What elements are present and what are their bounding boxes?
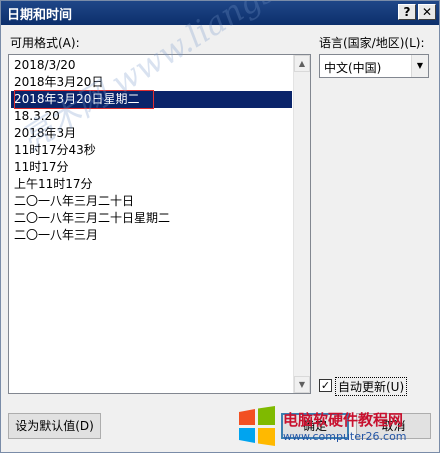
set-default-button[interactable]: 设为默认值(D) (8, 413, 101, 439)
formats-listbox[interactable]: 2018/3/20 2018年3月20日 2018年3月20日星期二 18.3.… (8, 54, 311, 394)
language-select-value: 中文(中国) (324, 61, 382, 75)
list-item[interactable]: 11时17分43秒 (11, 142, 292, 159)
list-item[interactable]: 2018年3月 (11, 125, 292, 142)
list-item[interactable]: 2018年3月20日 (11, 74, 292, 91)
close-button[interactable]: ✕ (418, 4, 436, 20)
formats-label: 可用格式(A): (10, 36, 80, 50)
formats-scrollbar[interactable]: ▲ ▼ (293, 55, 310, 393)
site-logo-title: 电脑软硬件教程网 (283, 411, 404, 429)
list-item[interactable]: 二〇一八年三月二十日 (11, 193, 292, 210)
site-logo-url: www.computer26.com (283, 430, 407, 443)
window-title: 日期和时间 (7, 8, 73, 23)
scroll-down-icon[interactable]: ▼ (294, 376, 310, 393)
windows-logo-icon (239, 406, 275, 446)
date-time-dialog: 日期和时间 ? ✕ 可用格式(A): 2018/3/20 2018年3月20日 … (0, 0, 440, 453)
title-bar[interactable]: 日期和时间 ? ✕ (1, 1, 439, 25)
list-item[interactable]: 二〇一八年三月二十日星期二 (11, 210, 292, 227)
chevron-down-icon[interactable]: ▼ (411, 55, 428, 77)
list-item-selected[interactable]: 2018年3月20日星期二 (11, 91, 292, 108)
auto-update-label[interactable]: 自动更新(U) (335, 377, 408, 396)
list-item[interactable]: 2018/3/20 (11, 57, 292, 74)
help-button[interactable]: ? (398, 4, 416, 20)
list-item[interactable]: 上午11时17分 (11, 176, 292, 193)
language-label: 语言(国家/地区)(L): (319, 36, 425, 50)
list-item[interactable]: 18.3.20 (11, 108, 292, 125)
auto-update-checkbox[interactable]: ✓ (319, 379, 332, 392)
list-item[interactable]: 二〇一八年三月 (11, 227, 292, 244)
list-item[interactable]: 11时17分 (11, 159, 292, 176)
scroll-up-icon[interactable]: ▲ (294, 55, 310, 72)
language-select[interactable]: 中文(中国) ▼ (319, 54, 429, 78)
